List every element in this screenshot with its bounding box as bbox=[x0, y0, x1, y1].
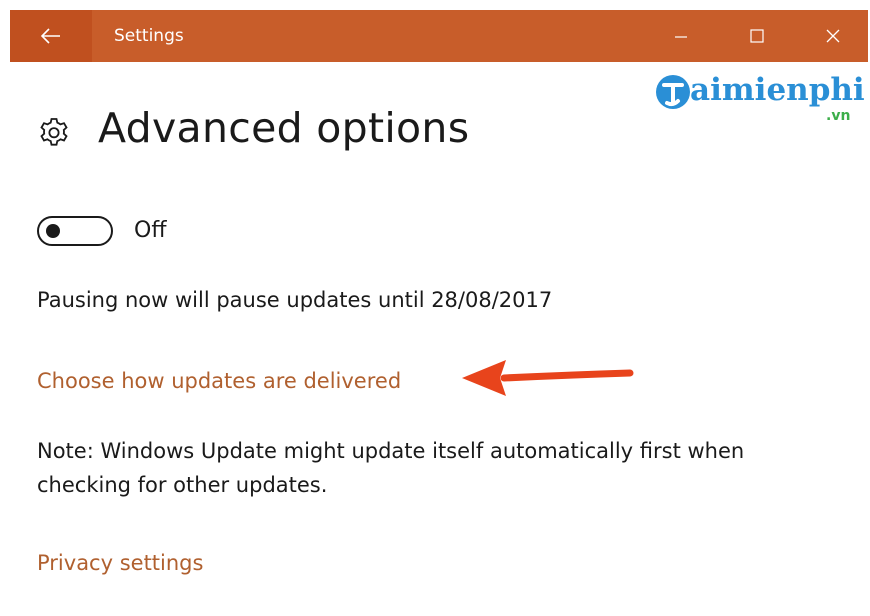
watermark-text: aimienphi bbox=[690, 72, 865, 108]
choose-delivery-link[interactable]: Choose how updates are delivered bbox=[37, 364, 401, 398]
gear-icon bbox=[40, 118, 68, 146]
privacy-settings-link[interactable]: Privacy settings bbox=[37, 546, 203, 580]
watermark-suffix: .vn bbox=[826, 108, 851, 124]
settings-window: Settings aimienphi .vn Advanced options … bbox=[0, 0, 870, 616]
annotation-arrow-icon bbox=[462, 360, 634, 396]
note-text: Note: Windows Update might update itself… bbox=[37, 434, 744, 502]
page-title: Advanced options bbox=[98, 104, 470, 152]
back-button[interactable] bbox=[10, 10, 92, 62]
maximize-icon bbox=[750, 29, 764, 43]
back-arrow-icon bbox=[41, 28, 60, 44]
pause-updates-toggle[interactable] bbox=[37, 216, 113, 246]
title-bar: Settings bbox=[10, 10, 868, 62]
window-title: Settings bbox=[114, 26, 184, 46]
note-line-1: Note: Windows Update might update itself… bbox=[37, 439, 745, 463]
note-line-2: checking for other updates. bbox=[37, 473, 328, 497]
toggle-knob bbox=[46, 224, 60, 238]
close-button[interactable] bbox=[796, 10, 870, 62]
watermark-logo: aimienphi .vn bbox=[652, 72, 866, 128]
minimize-icon bbox=[675, 36, 687, 38]
close-icon bbox=[826, 29, 840, 43]
toggle-state-label: Off bbox=[134, 218, 167, 243]
pause-info-text: Pausing now will pause updates until 28/… bbox=[37, 288, 553, 312]
logo-mark-icon bbox=[656, 75, 690, 109]
minimize-button[interactable] bbox=[644, 10, 718, 62]
maximize-button[interactable] bbox=[720, 10, 794, 62]
